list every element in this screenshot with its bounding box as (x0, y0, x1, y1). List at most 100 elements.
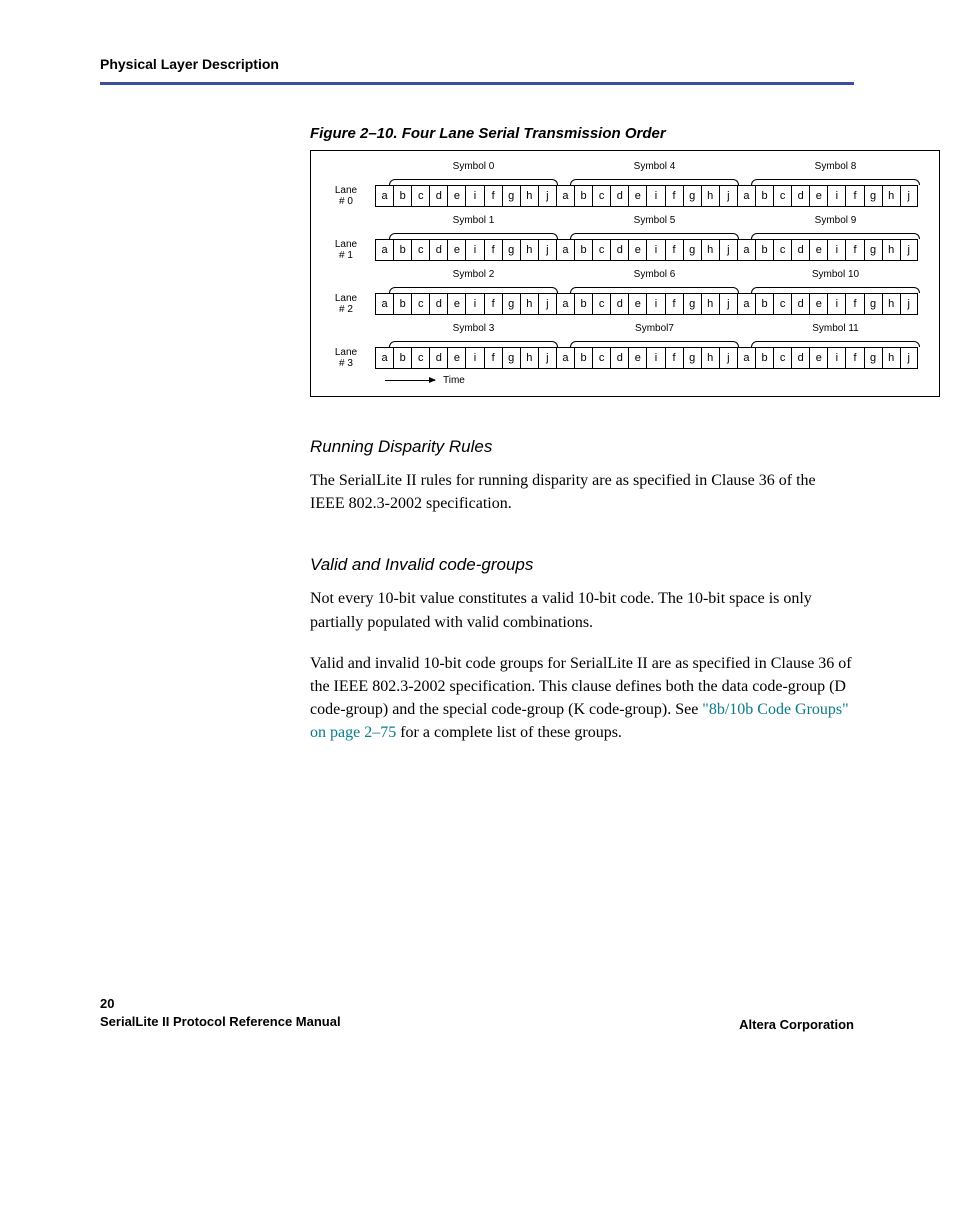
bit-cell: i (827, 347, 845, 369)
bit-cell: f (845, 293, 863, 315)
bit-cell: b (574, 293, 592, 315)
bit-cell: g (864, 239, 882, 261)
bit-cell: g (683, 239, 701, 261)
bit-cell: b (393, 185, 411, 207)
bit-cell: d (791, 293, 809, 315)
symbol-labels-2: Symbol 2 Symbol 6 Symbol 10 (383, 269, 927, 280)
lane-block-3: Symbol 3 Symbol7 Symbol 11 Lane # 3 abcd… (323, 323, 927, 369)
bit-cell: e (628, 185, 646, 207)
bit-cell: g (864, 185, 882, 207)
bit-cell: d (429, 293, 447, 315)
bit-cell: d (791, 347, 809, 369)
bit-cell: i (465, 239, 483, 261)
bit-cell: c (411, 185, 429, 207)
bit-cell: b (393, 293, 411, 315)
symbol-label: Symbol 0 (383, 161, 564, 172)
symbol-label: Symbol 9 (745, 215, 926, 226)
lane-block-0: Symbol 0 Symbol 4 Symbol 8 Lane # 0 abcd… (323, 161, 927, 207)
bit-cell: g (502, 293, 520, 315)
time-axis: Time (383, 373, 927, 390)
lane-block-2: Symbol 2 Symbol 6 Symbol 10 Lane # 2 abc… (323, 269, 927, 315)
bit-cell: b (574, 239, 592, 261)
bit-cell: e (447, 239, 465, 261)
bit-cell: c (411, 239, 429, 261)
page-number: 20 (100, 995, 341, 1014)
bit-cell: a (375, 185, 393, 207)
bit-cell: h (520, 239, 538, 261)
bit-cell: f (665, 239, 683, 261)
bit-cell: b (755, 347, 773, 369)
bit-cell: h (882, 239, 900, 261)
bit-cell: b (755, 293, 773, 315)
bit-cell: c (411, 293, 429, 315)
bit-cell: i (646, 239, 664, 261)
bit-cell: d (610, 347, 628, 369)
bit-cell: h (882, 185, 900, 207)
bit-cells: abcdeifghjabcdeifghjabcdeifghj (375, 239, 918, 261)
bit-cell: h (701, 239, 719, 261)
time-label: Time (443, 375, 465, 386)
bit-cell: g (502, 185, 520, 207)
symbol-label: Symbol 3 (383, 323, 564, 334)
bit-cell: f (665, 185, 683, 207)
symbol-label: Symbol 5 (564, 215, 745, 226)
bit-cell: i (465, 185, 483, 207)
bit-cell: h (520, 185, 538, 207)
bit-cell: b (393, 239, 411, 261)
bit-cell: h (882, 347, 900, 369)
symbol-label: Symbol7 (564, 323, 745, 334)
bit-cell: e (447, 185, 465, 207)
bit-cell: a (556, 239, 574, 261)
symbol-label: Symbol 6 (564, 269, 745, 280)
heading-code-groups: Valid and Invalid code-groups (310, 555, 854, 575)
bit-cell: f (484, 293, 502, 315)
bit-cell: j (719, 239, 737, 261)
bit-cell: e (447, 293, 465, 315)
bit-cell: g (683, 185, 701, 207)
bit-cell: j (900, 239, 918, 261)
bit-cell: j (719, 293, 737, 315)
bit-cell: a (556, 347, 574, 369)
symbol-label: Symbol 2 (383, 269, 564, 280)
paragraph: The SerialLite II rules for running disp… (310, 469, 854, 515)
bit-cell: a (556, 293, 574, 315)
figure-2-10: Symbol 0 Symbol 4 Symbol 8 Lane # 0 abcd… (310, 150, 940, 397)
bit-cell: c (592, 347, 610, 369)
bit-cell: a (375, 347, 393, 369)
bit-cell: i (827, 185, 845, 207)
bit-cell: a (556, 185, 574, 207)
symbol-labels-0: Symbol 0 Symbol 4 Symbol 8 (383, 161, 927, 172)
paragraph: Not every 10-bit value constitutes a val… (310, 587, 854, 633)
text-run: for a complete list of these groups. (396, 724, 622, 741)
bit-cell: b (574, 185, 592, 207)
bit-cell: c (592, 293, 610, 315)
bit-cell: e (447, 347, 465, 369)
bit-cell: d (610, 239, 628, 261)
bit-cell: a (737, 185, 755, 207)
symbol-label: Symbol 8 (745, 161, 926, 172)
lane-label-3: Lane # 3 (323, 347, 375, 369)
figure-caption: Figure 2–10. Four Lane Serial Transmissi… (310, 125, 854, 142)
bit-cell: d (429, 347, 447, 369)
symbol-label: Symbol 1 (383, 215, 564, 226)
bit-cell: a (737, 293, 755, 315)
bit-cell: b (574, 347, 592, 369)
bit-cell: d (429, 239, 447, 261)
bit-cell: h (882, 293, 900, 315)
company-name: Altera Corporation (739, 1017, 854, 1032)
doc-title: SerialLite II Protocol Reference Manual (100, 1013, 341, 1032)
bit-cell: c (592, 185, 610, 207)
bit-cell: g (502, 347, 520, 369)
bit-cell: h (701, 185, 719, 207)
bit-cell: i (827, 239, 845, 261)
symbol-label: Symbol 11 (745, 323, 926, 334)
bit-cell: j (538, 293, 556, 315)
bit-cell: i (646, 347, 664, 369)
bit-cell: b (393, 347, 411, 369)
bit-cell: e (809, 185, 827, 207)
lane-block-1: Symbol 1 Symbol 5 Symbol 9 Lane # 1 abcd… (323, 215, 927, 261)
bit-cell: h (520, 293, 538, 315)
bit-cell: d (791, 185, 809, 207)
bit-cell: f (665, 347, 683, 369)
bit-cell: i (465, 293, 483, 315)
